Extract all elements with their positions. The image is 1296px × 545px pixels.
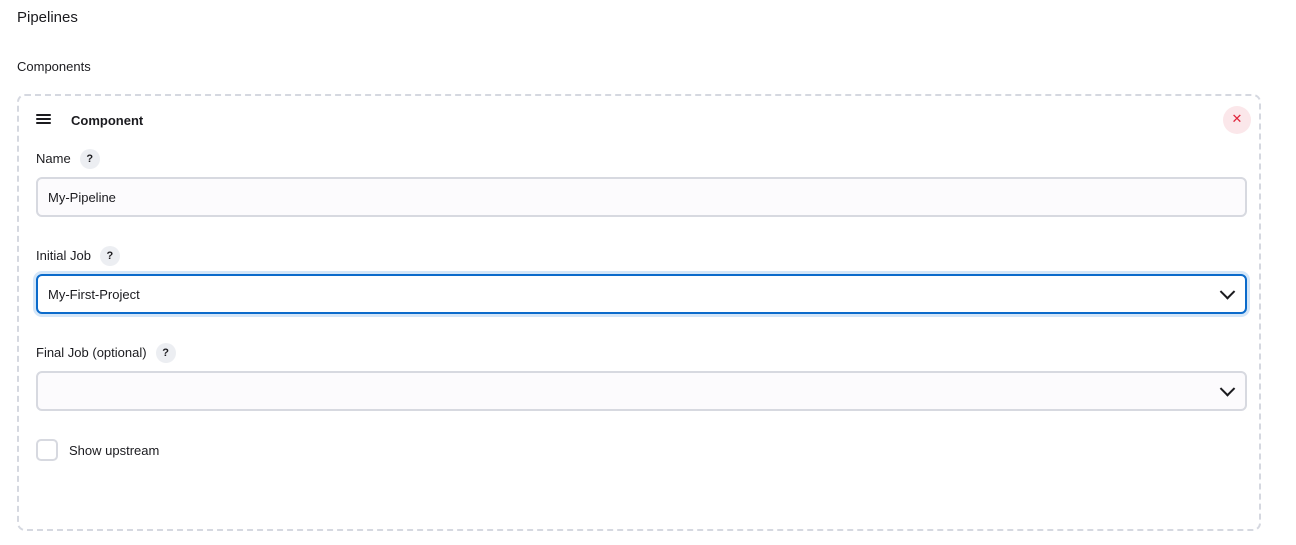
delete-component-button[interactable]: ✕: [1223, 106, 1251, 134]
chevron-down-icon: [1219, 284, 1236, 300]
name-input[interactable]: My-Pipeline: [36, 177, 1247, 217]
name-field-label: Name ?: [36, 149, 100, 169]
show-upstream-row: Show upstream: [36, 439, 159, 461]
final-job-field-label: Final Job (optional) ?: [36, 343, 176, 363]
final-job-select[interactable]: [36, 371, 1247, 411]
section-title: Pipelines: [17, 9, 78, 26]
name-help-icon[interactable]: ?: [79, 149, 100, 169]
name-label: Name: [36, 151, 71, 166]
name-input-value: My-Pipeline: [48, 189, 116, 205]
hamburger-icon[interactable]: [36, 114, 52, 127]
show-upstream-label[interactable]: Show upstream: [69, 443, 159, 458]
final-job-help-icon[interactable]: ?: [155, 343, 176, 363]
initial-job-help-icon[interactable]: ?: [99, 246, 120, 266]
component-title: Component: [71, 113, 144, 128]
components-label: Components: [17, 59, 91, 74]
initial-job-label: Initial Job: [36, 248, 91, 263]
initial-job-selected-value: My-First-Project: [48, 286, 140, 302]
component-card: Component ✕ Name ? My-Pipeline Initial J…: [17, 94, 1261, 531]
final-job-label: Final Job (optional): [36, 345, 147, 360]
initial-job-select[interactable]: My-First-Project: [36, 274, 1247, 314]
show-upstream-checkbox[interactable]: [36, 439, 58, 461]
chevron-down-icon: [1219, 381, 1236, 397]
close-icon: ✕: [1231, 112, 1243, 127]
pipeline-config-page: Pipelines Components Component ✕ Name ? …: [0, 0, 1296, 545]
initial-job-field-label: Initial Job ?: [36, 246, 120, 266]
